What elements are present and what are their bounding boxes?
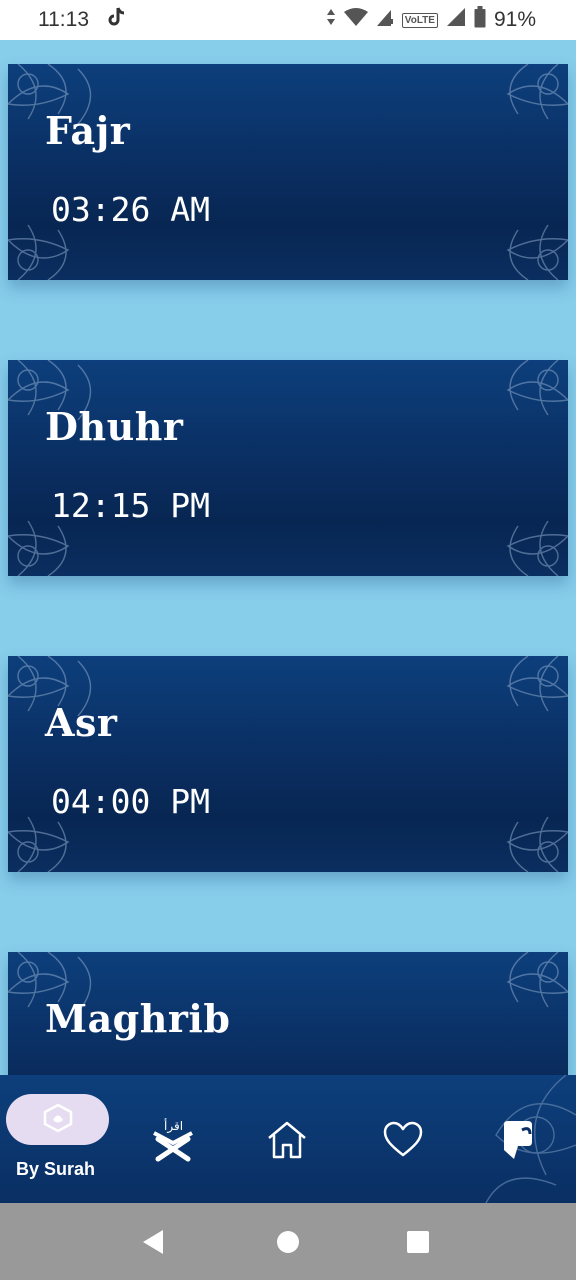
system-navigation-bar — [0, 1203, 576, 1280]
prayer-list[interactable]: Fajr 03:26 AM Dhuhr 12:15 PM Asr 04:00 P… — [0, 40, 576, 1075]
battery-percent: 91% — [493, 8, 536, 31]
home-circle-icon[interactable] — [276, 1230, 300, 1254]
wifi-icon — [343, 7, 368, 33]
floral-ornament-icon — [506, 224, 568, 280]
by-surah-icon — [41, 1103, 75, 1137]
floral-ornament-icon — [506, 816, 568, 872]
floral-ornament-icon — [506, 64, 568, 120]
prayer-name: Asr — [45, 700, 118, 745]
signal-icon — [446, 7, 466, 33]
by-surah-button[interactable] — [6, 1094, 109, 1145]
heart-icon — [383, 1121, 423, 1157]
status-time: 11:13 — [38, 8, 89, 31]
volte-badge: VoLTE — [401, 12, 438, 28]
signal-small-icon — [376, 7, 394, 33]
by-surah-label: By Surah — [16, 1159, 96, 1179]
home-button[interactable] — [266, 1120, 308, 1164]
floral-ornament-icon — [506, 360, 568, 416]
recents-icon[interactable] — [406, 1230, 430, 1254]
data-arrows-icon — [326, 8, 336, 32]
prayer-card-asr[interactable]: Asr 04:00 PM — [8, 656, 568, 872]
floral-ornament-icon — [506, 656, 568, 712]
favorites-button[interactable] — [382, 1120, 424, 1162]
quran-stand-text: اقرأ — [164, 1119, 184, 1133]
battery-icon — [474, 6, 486, 34]
status-bar: 11:13 VoLTE 91% — [0, 0, 576, 40]
bookmarks-button[interactable] — [500, 1120, 536, 1164]
prayer-time: 04:00 PM — [51, 782, 210, 821]
prayer-time: 12:15 PM — [51, 486, 210, 525]
prayer-name: Fajr — [45, 108, 131, 153]
home-icon — [268, 1121, 306, 1159]
tiktok-icon — [107, 6, 127, 34]
bottom-navigation: By Surah اقرأ — [0, 1075, 576, 1203]
prayer-card-fajr[interactable]: Fajr 03:26 AM — [8, 64, 568, 280]
bookmark-icon — [504, 1121, 532, 1159]
prayer-card-dhuhr[interactable]: Dhuhr 12:15 PM — [8, 360, 568, 576]
floral-ornament-icon — [506, 952, 568, 1008]
floral-ornament-icon — [506, 520, 568, 576]
back-icon[interactable] — [141, 1229, 167, 1255]
quran-stand-button[interactable]: اقرأ — [150, 1119, 196, 1169]
prayer-name: Dhuhr — [45, 404, 184, 449]
prayer-name: Maghrib — [45, 996, 231, 1041]
prayer-time: 03:26 AM — [51, 190, 210, 229]
prayer-card-maghrib[interactable]: Maghrib — [8, 952, 568, 1075]
